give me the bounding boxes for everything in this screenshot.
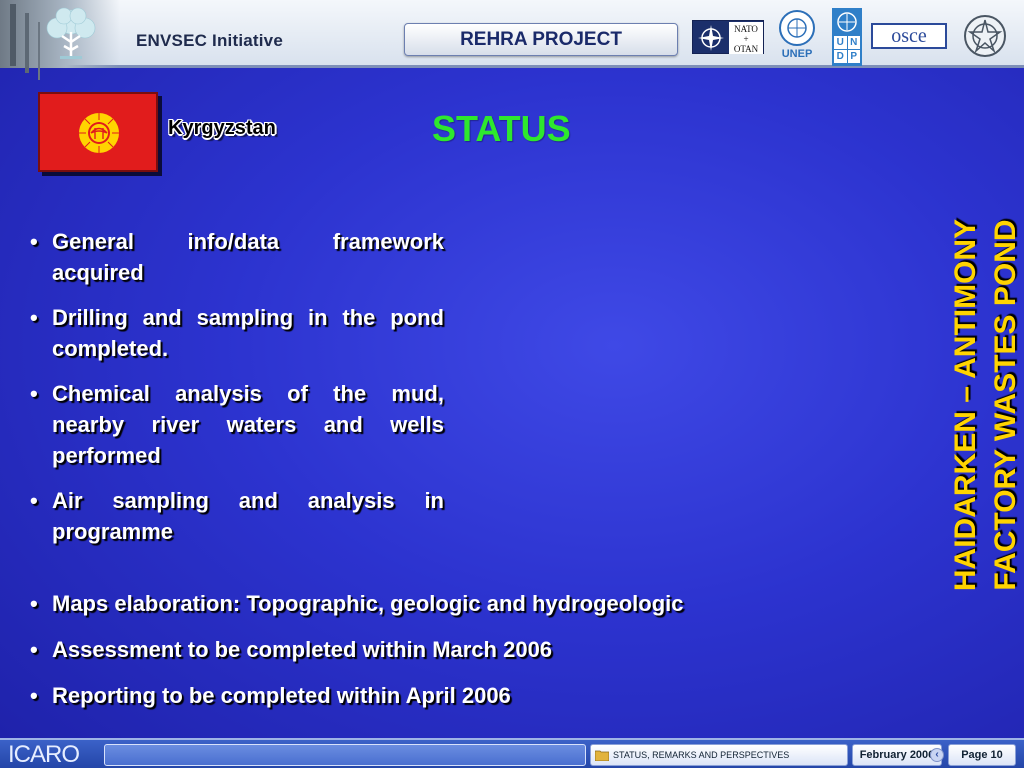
project-button[interactable]: REHRA PROJECT <box>404 23 678 56</box>
undp-logo: U N D P <box>832 8 862 66</box>
kyrgyzstan-flag <box>38 92 158 172</box>
un-emblem-icon <box>837 12 857 32</box>
list-item: Assessment to be completed within March … <box>28 635 908 665</box>
folder-icon <box>595 750 609 761</box>
undp-letter-4: P <box>847 50 860 63</box>
list-item: Air sampling and analysis in programme <box>28 485 444 547</box>
brand-title: ENVSEC Initiative <box>136 31 283 50</box>
chevron-left-icon[interactable]: ‹ <box>930 748 944 762</box>
planned-bullet-list: Maps elaboration: Topographic, geologic … <box>28 589 908 727</box>
section-label: Status, remarks and perspectives <box>613 750 790 760</box>
italy-emblem-icon <box>964 15 1006 57</box>
undp-letter-1: U <box>834 36 847 49</box>
section-link[interactable]: Status, remarks and perspectives <box>590 744 848 766</box>
unep-label: UNEP <box>781 48 813 60</box>
footer-date: February 2006 <box>852 744 942 766</box>
page-number: 10 <box>990 749 1003 761</box>
vertical-title-line-2: FACTORY WASTES POND <box>989 219 1022 591</box>
footer-bar: ICARO Status, remarks and perspectives F… <box>0 738 1024 768</box>
tree-logo-icon <box>46 7 96 59</box>
list-item: General info/data framework acquired <box>28 226 444 288</box>
nato-text-plus: + <box>743 34 749 44</box>
nato-star-icon <box>698 25 724 51</box>
list-item: Maps elaboration: Topographic, geologic … <box>28 589 908 619</box>
un-emblem-icon <box>779 10 815 46</box>
unep-logo: UNEP <box>772 8 822 66</box>
undp-letter-3: D <box>834 50 847 63</box>
country-name: Kyrgyzstan <box>168 117 276 139</box>
list-item: Reporting to be completed within April 2… <box>28 681 908 711</box>
slide-title: STATUS <box>432 108 571 149</box>
nato-text-bottom: OTAN <box>733 44 759 54</box>
osce-logo: osce <box>871 23 947 49</box>
kyrgyz-sun-icon <box>79 113 119 153</box>
undp-letter-2: N <box>847 36 860 49</box>
vertical-site-title: HAIDARKEN – ANTIMONY FACTORY WASTES POND <box>946 165 1024 645</box>
nato-logo: NATO + OTAN <box>692 20 764 54</box>
header-bar: ENVSEC Initiative REHRA PROJECT NATO + O… <box>0 0 1024 68</box>
list-item: Chemical analysis of the mud, nearby riv… <box>28 378 444 471</box>
page-label: Page <box>961 749 988 761</box>
status-bullet-list: General info/data framework acquired Dri… <box>28 226 444 561</box>
footer-progress-track <box>104 744 586 766</box>
footer-brand: ICARO <box>8 741 80 768</box>
page-indicator: Page 10 <box>948 744 1016 766</box>
list-item: Drilling and sampling in the pond comple… <box>28 302 444 364</box>
nato-text-top: NATO <box>734 24 758 34</box>
vertical-title-line-1: HAIDARKEN – ANTIMONY <box>949 218 982 592</box>
